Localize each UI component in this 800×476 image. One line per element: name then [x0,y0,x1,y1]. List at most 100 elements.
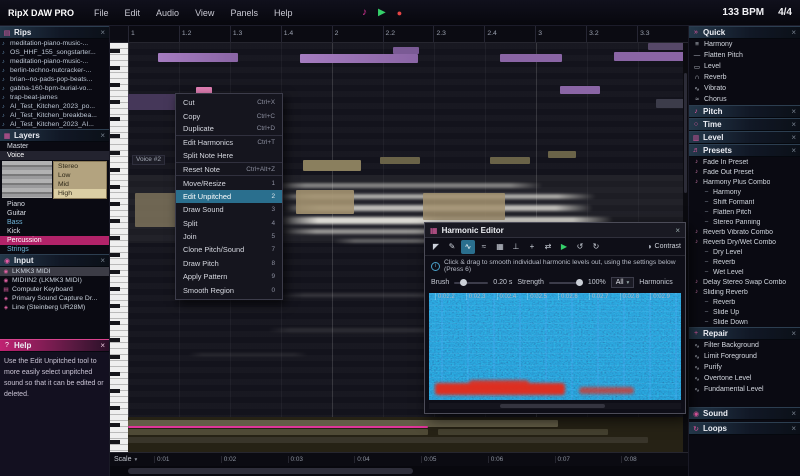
note-block[interactable] [303,160,361,171]
preset-item[interactable]: – Slide Up [689,307,800,317]
quick-effect-item[interactable]: ≈ Chorus [689,94,800,105]
menu-item[interactable]: File [86,5,117,21]
voice-channel-item[interactable]: Stereo [54,162,106,171]
context-menu-item[interactable]: Join 5 [176,230,282,243]
preset-item[interactable]: – Harmony [689,187,800,197]
quick-effect-item[interactable]: ▭ Level [689,61,800,72]
note-block[interactable] [158,53,238,62]
layer-item-piano[interactable]: Piano [0,200,109,209]
rip-item[interactable]: ♪ AI_Test_Kitchen_2023_po... [0,102,109,111]
anchor-icon[interactable]: ⊥ [509,240,523,254]
context-menu-item[interactable]: Clone Pitch/Sound 7 [176,243,282,256]
context-menu-item[interactable]: Smooth Region 0 [176,283,282,296]
preset-item[interactable]: – Reverb [689,297,800,307]
note-block[interactable] [300,54,418,63]
undo-icon[interactable]: ↺ [573,240,587,254]
repair-item[interactable]: ∿ Filter Background [689,340,800,351]
close-icon[interactable]: × [100,28,106,37]
preset-item[interactable]: ♪ Reverb Vibrato Combo [689,227,800,237]
close-icon[interactable]: × [791,329,797,338]
voice-channel-item[interactable]: Low [54,171,106,180]
loops-panel-header[interactable]: ↻ Loops × [689,422,800,435]
metronome-icon[interactable]: ♪ [362,8,367,18]
preset-item[interactable]: – Dry Level [689,247,800,257]
close-icon[interactable]: × [675,226,680,235]
close-icon[interactable]: × [791,409,797,418]
context-menu-item[interactable]: Edit Unpitched 2 [176,190,282,203]
plus-icon[interactable]: + [525,240,539,254]
rip-item[interactable]: ♪ gabba-160-bpm-burial-vo... [0,84,109,93]
repair-item[interactable]: ∿ Overtone Level [689,373,800,384]
layer-item-bass[interactable]: Bass [0,218,109,227]
redo-icon[interactable]: ↻ [589,240,603,254]
harmonics-select[interactable]: All ▾ [611,277,635,288]
horizontal-scrollbar[interactable] [110,466,688,476]
play-button[interactable]: ▶ [378,8,386,18]
preset-item[interactable]: ♪ Sliding Reverb [689,287,800,297]
quick-effect-item[interactable]: ∩ Reverb [689,72,800,83]
presets-panel-header[interactable]: ♬ Presets × [689,144,800,157]
time-signature[interactable]: 4/4 [778,7,792,18]
sound-panel-header[interactable]: ◉ Sound × [689,407,800,420]
play-icon[interactable]: ▶ [557,240,571,254]
repair-panel-header[interactable]: + Repair × [689,327,800,340]
layer-item-master[interactable]: Master [0,142,109,151]
piano-keys[interactable] [110,43,128,452]
close-icon[interactable]: × [791,28,797,37]
note-block[interactable] [490,157,530,164]
context-menu-item[interactable]: Split 4 [176,217,282,230]
layer-item-kick[interactable]: Kick [0,227,109,236]
menu-item[interactable]: Panels [222,5,266,21]
quick-panel-header[interactable]: » Quick × [689,26,800,39]
layer-item-guitar[interactable]: Guitar [0,209,109,218]
menu-item[interactable]: Edit [117,5,149,21]
rips-panel-header[interactable]: ▤ Rips × [0,26,109,39]
smooth-icon[interactable]: ∿ [461,240,475,254]
input-device-item[interactable]: ▤ Computer Keyboard [0,285,109,294]
pencil-icon[interactable]: ✎ [445,240,459,254]
percussion-block[interactable] [128,429,428,435]
preset-item[interactable]: ♪ Harmony Plus Combo [689,177,800,187]
strength-slider[interactable] [549,282,583,284]
unpitched-block[interactable] [423,193,505,220]
note-block[interactable] [560,86,600,94]
preset-item[interactable]: – Slide Down [689,317,800,327]
context-menu-item[interactable]: Move/Resize 1 [176,176,282,189]
brush-slider[interactable] [454,282,488,284]
piano-icon[interactable]: ▦ [493,240,507,254]
layer-item-voice[interactable]: Voice [0,151,109,160]
quick-effect-item[interactable]: ∿ Vibrato [689,83,800,94]
unpitched-block[interactable] [296,190,354,214]
note-block[interactable] [648,43,686,50]
unpitched-block[interactable] [135,193,177,227]
note-block[interactable] [393,47,419,54]
harmonic-editor-titlebar[interactable]: ▦ Harmonic Editor × [425,223,685,238]
preset-item[interactable]: – Wet Level [689,267,800,277]
context-menu-item[interactable]: Edit Harmonics Ctrl+T [176,136,282,149]
close-icon[interactable]: × [791,146,797,155]
time-panel-header[interactable]: ○ Time × [689,118,800,131]
close-icon[interactable]: × [100,131,106,140]
input-device-item[interactable]: ◈ Line (Steinberg UR28M) [0,303,109,312]
input-device-item[interactable]: ◈ Primary Sound Capture Dr... [0,294,109,303]
rip-item[interactable]: ♪ meditation-piano-music-... [0,57,109,66]
preset-item[interactable]: ♪ Fade Out Preset [689,167,800,177]
input-panel-header[interactable]: ◉ Input × [0,254,109,267]
preset-item[interactable]: – Shift Formant [689,197,800,207]
spectrogram-scrollbar[interactable] [429,403,681,409]
context-menu-item[interactable]: Draw Pitch 8 [176,257,282,270]
bar-ruler[interactable]: 11.21.31.422.22.32.433.23.3 [128,26,688,43]
rip-item[interactable]: ♪ meditation-piano-music-... [0,39,109,48]
preset-item[interactable]: ♪ Fade In Preset [689,157,800,167]
voice-track-label[interactable]: Voice #2 [132,155,165,165]
quick-effect-item[interactable]: ≡ Harmony [689,39,800,50]
close-icon[interactable]: × [100,256,106,265]
input-device-item[interactable]: ◉ LKMK3 MIDI [0,267,109,276]
context-menu-item[interactable]: Draw Sound 3 [176,203,282,216]
repair-item[interactable]: ∿ Limit Foreground [689,351,800,362]
rip-item[interactable]: ♪ AI_Test_Kitchen_2023_AI... [0,120,109,129]
percussion-block[interactable] [128,437,648,443]
note-block[interactable] [380,157,420,164]
note-block[interactable] [500,54,562,62]
level-panel-header[interactable]: ▥ Level × [689,131,800,144]
